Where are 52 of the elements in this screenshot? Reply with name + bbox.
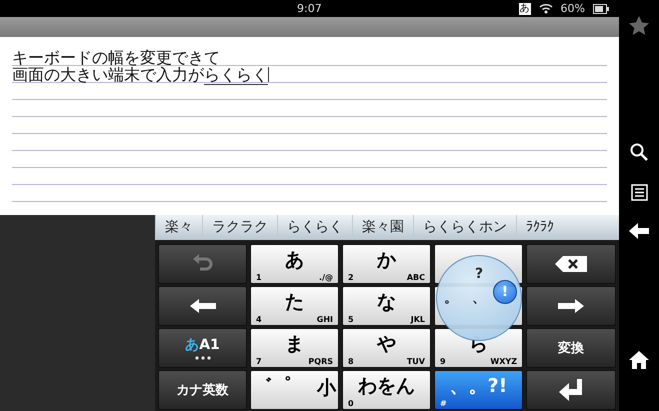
kana-key[interactable]: か 2 ABC [342, 244, 431, 284]
key-letters: PQRS [308, 357, 333, 366]
wifi-icon [538, 3, 553, 14]
key-number: 5 [348, 315, 354, 324]
key-letters: TUV [406, 357, 425, 366]
key-letters: ABC [406, 273, 425, 282]
backspace-key[interactable] [526, 244, 616, 284]
right-arrow-icon [558, 299, 584, 313]
kana-key[interactable]: わをん 0 [342, 370, 431, 410]
text-line: 画面の大きい端末で入力がらくらく [12, 66, 269, 83]
backspace-icon [555, 256, 587, 272]
text-key[interactable]: 変換 [526, 328, 616, 368]
key-number: 2 [348, 273, 354, 282]
kana-key[interactable]: な 5 JKL [342, 286, 431, 326]
left-arrow-icon [190, 299, 216, 313]
text-key[interactable]: カナ英数 [158, 370, 247, 410]
enter-key[interactable] [526, 370, 616, 410]
flick-option[interactable]: 、 [469, 288, 489, 308]
text-line: キーボードの幅を変更できて [12, 49, 220, 66]
key-number: 4 [256, 315, 262, 324]
battery-icon [593, 4, 609, 14]
kana-key[interactable]: あ 1 ./@ [250, 244, 339, 284]
kana-key[interactable]: た 4 GHI [250, 286, 339, 326]
kana-key[interactable]: ま 7 PQRS [250, 328, 339, 368]
key-number: # [440, 399, 447, 408]
clock: 9:07 [297, 2, 322, 15]
input-mode-key[interactable]: あA1 [158, 328, 247, 368]
enter-icon [559, 379, 583, 401]
key-number: 9 [440, 357, 446, 366]
ime-indicator: あ [518, 2, 531, 14]
kana-key[interactable]: 、。?! # [434, 370, 523, 410]
star-icon[interactable] [629, 16, 649, 35]
back-icon[interactable] [629, 223, 649, 239]
search-icon[interactable] [630, 143, 648, 161]
dots-icon [194, 356, 210, 360]
key-number: 8 [348, 357, 354, 366]
key-number: 1 [256, 273, 262, 282]
menu-icon[interactable] [630, 184, 648, 201]
key-letters: JKL [410, 315, 425, 324]
key-number: 7 [256, 357, 262, 366]
kana-key[interactable]: や 8 TUV [342, 328, 431, 368]
battery-level: 60% [560, 2, 585, 15]
key-letters: GHI [316, 315, 333, 324]
key-number: 0 [348, 399, 354, 408]
right-key[interactable] [526, 286, 616, 326]
key-letters: ./@ [319, 273, 333, 282]
home-icon[interactable] [629, 351, 649, 369]
flick-option[interactable]: 。 [441, 288, 461, 308]
key-letters: WXYZ [490, 357, 517, 366]
undo-key[interactable] [158, 244, 247, 284]
left-key[interactable] [158, 286, 247, 326]
kana-key[interactable]: ゛゜ 小 [250, 370, 339, 410]
